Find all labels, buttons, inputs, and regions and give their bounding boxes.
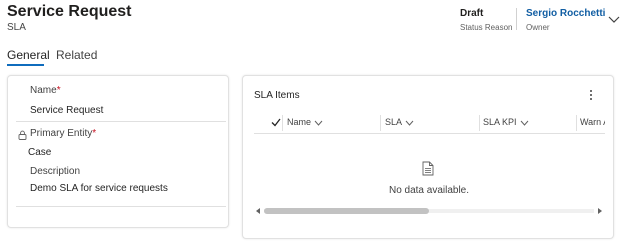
page-title: Service Request: [7, 3, 132, 20]
more-options-icon[interactable]: [586, 88, 596, 102]
subgrid-title: SLA Items: [254, 90, 300, 101]
column-header-name[interactable]: Name: [287, 117, 323, 127]
tab-related[interactable]: Related: [56, 48, 97, 62]
chevron-down-icon: [314, 120, 323, 126]
chevron-down-icon[interactable]: [608, 15, 620, 25]
document-icon: [422, 161, 434, 176]
status-reason-field[interactable]: Draft Status Reason: [460, 8, 512, 32]
select-all-check-icon[interactable]: [271, 118, 281, 127]
form-header: Service Request SLA Draft Status Reason …: [0, 0, 624, 44]
primary-entity-value: Case: [28, 147, 52, 158]
selected-tab-indicator: [7, 64, 44, 66]
tab-general[interactable]: General: [7, 48, 50, 62]
scroll-thumb[interactable]: [264, 208, 429, 214]
column-header-warn[interactable]: Warn A: [580, 117, 605, 127]
primary-entity-label: Primary Entity*: [30, 128, 97, 139]
status-reason-value: Draft: [460, 8, 484, 19]
status-reason-label: Status Reason: [460, 23, 513, 32]
entity-name: SLA: [7, 22, 26, 33]
scroll-left-icon[interactable]: [256, 208, 261, 214]
column-separator: [479, 115, 480, 131]
required-indicator: *: [56, 85, 61, 96]
scroll-right-icon[interactable]: [597, 208, 602, 214]
lock-icon: [18, 130, 27, 140]
column-separator: [282, 115, 283, 131]
required-indicator: *: [92, 128, 97, 139]
empty-state-message: No data available.: [388, 185, 470, 196]
chevron-down-icon: [520, 120, 528, 126]
general-section: Name* Service Request Primary Entity* Ca…: [7, 75, 229, 228]
description-label: Description: [30, 166, 81, 177]
field-divider: [16, 206, 226, 207]
column-header-sla-kpi[interactable]: SLA KPI: [483, 117, 529, 127]
name-field-value[interactable]: Service Request: [30, 105, 103, 116]
column-separator: [380, 115, 381, 131]
horizontal-scrollbar[interactable]: [254, 207, 604, 215]
owner-field[interactable]: Sergio Rocchetti Owner: [526, 8, 605, 32]
sla-items-subgrid: SLA Items Name SLA SLA KPI Warn A No dat…: [242, 75, 614, 239]
chevron-down-icon: [405, 120, 414, 126]
header-divider: [516, 8, 517, 30]
field-divider: [16, 121, 226, 122]
column-separator: [576, 115, 577, 131]
owner-link[interactable]: Sergio Rocchetti: [526, 8, 605, 19]
owner-label: Owner: [526, 23, 550, 32]
name-field-label: Name*: [30, 85, 61, 96]
column-header-sla[interactable]: SLA: [385, 117, 414, 127]
description-value[interactable]: Demo SLA for service requests: [30, 183, 168, 194]
grid-header: Name SLA SLA KPI Warn A: [254, 112, 605, 134]
